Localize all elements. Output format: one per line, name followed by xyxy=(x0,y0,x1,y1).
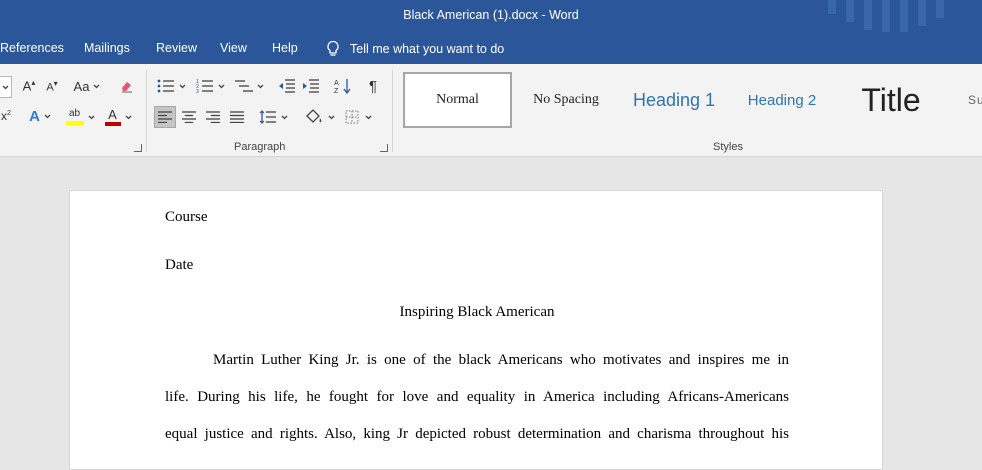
style-normal[interactable]: Normal xyxy=(403,72,512,128)
align-left-icon xyxy=(158,111,172,123)
chevron-down-icon xyxy=(328,115,334,119)
style-no-spacing[interactable]: No Spacing xyxy=(512,72,620,128)
align-left-button[interactable] xyxy=(154,106,176,128)
chevron-down-icon xyxy=(88,115,94,119)
align-center-button[interactable] xyxy=(178,106,200,128)
chevron-down-icon xyxy=(365,115,371,119)
font-size-dropdown[interactable] xyxy=(0,76,12,98)
menu-bar: References Mailings Review View Help Tel… xyxy=(0,32,982,64)
line-spacing-icon xyxy=(259,110,276,124)
decrease-indent-button[interactable] xyxy=(276,76,298,96)
sort-button[interactable]: A Z xyxy=(332,76,354,96)
tab-view[interactable]: View xyxy=(220,41,247,55)
line-spacing-button[interactable] xyxy=(256,106,290,128)
indent-icon xyxy=(303,79,319,93)
pilcrow-icon: ¶ xyxy=(368,77,378,95)
font-color-button[interactable]: A xyxy=(100,106,136,128)
chevron-down-icon xyxy=(218,84,224,88)
chevron-down-icon xyxy=(257,84,263,88)
ribbon: A▴ A▾ Aa x2 A ab A 1 2 3 A Z ¶ Paragraph… xyxy=(0,64,982,157)
eraser-icon xyxy=(122,82,132,93)
font-color-icon: A xyxy=(104,108,121,126)
chevron-down-icon xyxy=(93,84,100,88)
increase-indent-button[interactable] xyxy=(300,76,322,96)
shading-button[interactable] xyxy=(300,106,338,128)
svg-text:A: A xyxy=(334,80,339,87)
justify-button[interactable] xyxy=(226,106,248,128)
shrink-font-button[interactable]: A▾ xyxy=(42,76,62,96)
document-title[interactable]: Inspiring Black American xyxy=(165,304,789,321)
change-case-label: Aa xyxy=(73,78,90,94)
numbered-list-icon: 1 2 3 xyxy=(196,79,213,93)
chevron-down-icon xyxy=(44,114,51,118)
highlighter-icon: ab xyxy=(65,109,84,125)
justify-icon xyxy=(230,111,244,123)
tab-references[interactable]: References xyxy=(0,41,64,55)
style-heading-2[interactable]: Heading 2 xyxy=(728,72,836,128)
style-heading-1[interactable]: Heading 1 xyxy=(620,72,728,128)
bullet-list-icon xyxy=(157,79,174,93)
multilevel-list-icon xyxy=(234,80,253,92)
numbering-button[interactable]: 1 2 3 xyxy=(193,76,227,96)
paragraph-group-label: Paragraph xyxy=(234,141,286,153)
tab-help[interactable]: Help xyxy=(272,41,298,55)
text-effects-button[interactable]: A xyxy=(24,106,56,126)
style-title[interactable]: Title xyxy=(836,72,946,128)
outdent-icon xyxy=(279,79,295,93)
tab-mailings[interactable]: Mailings xyxy=(84,41,130,55)
document-canvas: Course Date Inspiring Black American Mar… xyxy=(0,157,982,470)
title-bar: Black American (1).docx - Word xyxy=(0,0,982,36)
paragraph-line[interactable]: equal justice and rights. Also, king Jr … xyxy=(165,426,789,443)
date-line[interactable]: Date xyxy=(165,257,193,274)
superscript-icon: x2 xyxy=(1,109,11,123)
chevron-down-icon xyxy=(179,84,185,88)
styles-group-label: Styles xyxy=(713,141,743,153)
tell-me-label: Tell me what you want to do xyxy=(350,41,505,56)
sort-icon: A Z xyxy=(334,79,351,94)
grow-font-icon: A▴ xyxy=(22,78,36,94)
window-title: Black American (1).docx - Word xyxy=(403,8,579,22)
align-center-icon xyxy=(182,111,196,123)
group-separator xyxy=(392,70,393,152)
superscript-button[interactable]: x2 xyxy=(0,106,12,126)
document-page[interactable]: Course Date Inspiring Black American Mar… xyxy=(69,190,883,470)
group-separator xyxy=(146,70,147,152)
multilevel-list-button[interactable] xyxy=(232,76,266,96)
paragraph-dialog-launcher[interactable] xyxy=(380,144,388,152)
highlight-color-button[interactable]: ab xyxy=(62,106,98,128)
paint-bucket-icon xyxy=(305,109,321,123)
tab-review[interactable]: Review xyxy=(156,41,197,55)
course-line[interactable]: Course xyxy=(165,209,208,226)
chevron-down-icon xyxy=(281,115,287,119)
style-subtitle[interactable]: Su xyxy=(946,72,982,128)
styles-gallery: Normal No Spacing Heading 1 Heading 2 Ti… xyxy=(403,72,982,128)
borders-icon xyxy=(345,110,358,124)
change-case-button[interactable]: Aa xyxy=(70,76,104,96)
align-right-button[interactable] xyxy=(202,106,224,128)
grow-font-button[interactable]: A▴ xyxy=(18,76,40,96)
shrink-font-icon: A▾ xyxy=(46,78,58,94)
paragraph-line[interactable]: life. During his life, he fought for lov… xyxy=(165,389,789,406)
chevron-down-icon xyxy=(2,85,9,89)
show-formatting-button[interactable]: ¶ xyxy=(362,76,384,96)
align-right-icon xyxy=(206,111,220,123)
svg-text:3: 3 xyxy=(196,89,199,93)
tell-me-search[interactable]: Tell me what you want to do xyxy=(326,40,504,57)
font-dialog-launcher[interactable] xyxy=(134,144,142,152)
chevron-down-icon xyxy=(125,115,131,119)
svg-text:Z: Z xyxy=(334,88,339,94)
bullets-button[interactable] xyxy=(154,76,188,96)
lightbulb-icon xyxy=(327,40,339,56)
paragraph-line[interactable]: Martin Luther King Jr. is one of the bla… xyxy=(165,352,789,369)
text-effects-icon: A xyxy=(29,107,40,125)
clear-formatting-button[interactable] xyxy=(116,76,138,96)
borders-button[interactable] xyxy=(340,106,376,128)
